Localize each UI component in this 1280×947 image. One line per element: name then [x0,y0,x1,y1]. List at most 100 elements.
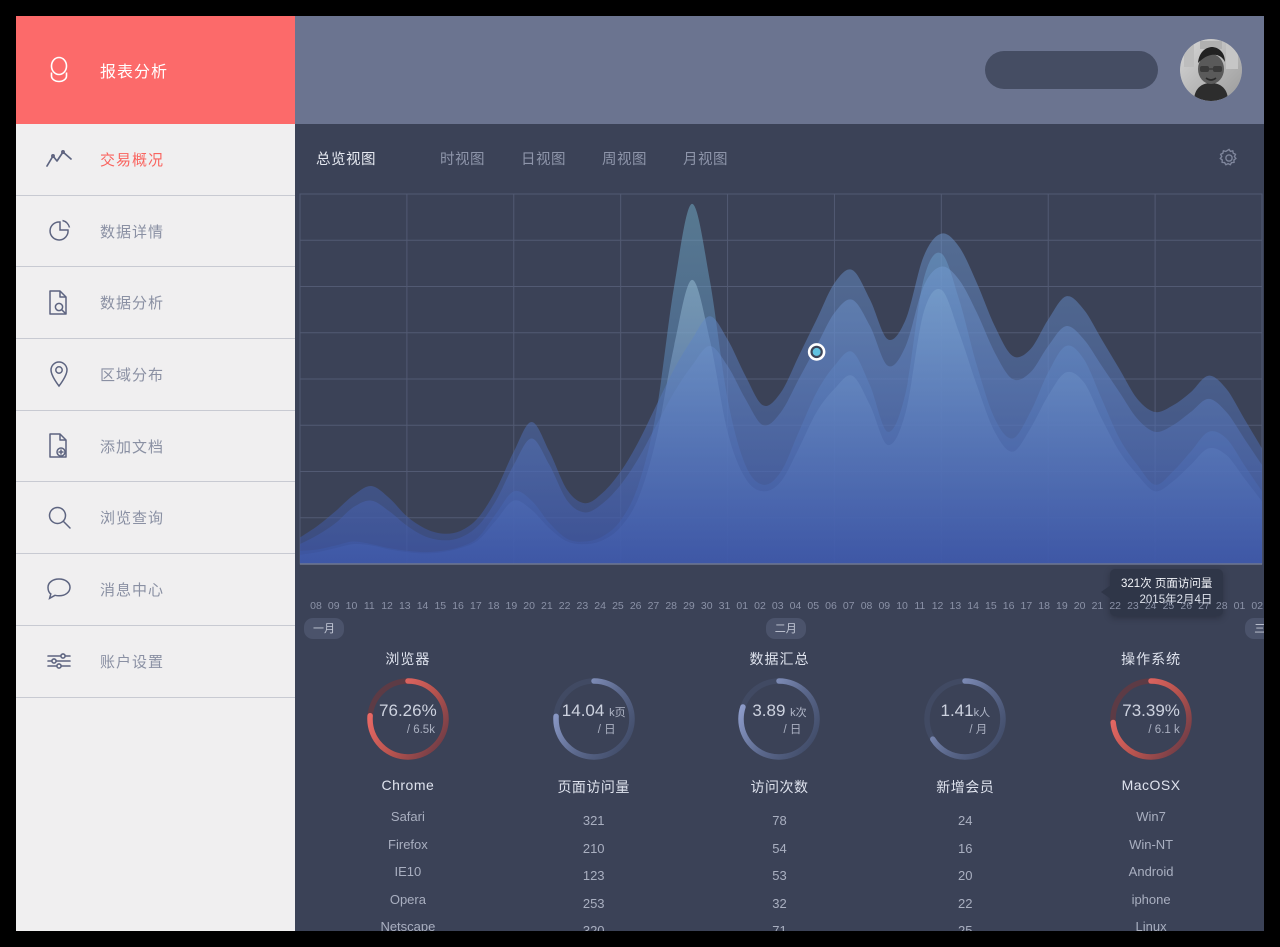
list-item: 53 [772,868,787,884]
sidebar-item-transactions[interactable]: 交易概况 [16,124,295,196]
gauge-subvalue: / 6.1 k [1148,724,1180,737]
sidebar-item-add-document[interactable]: 添加文档 [16,411,295,483]
x-axis-month-bands: 一月 二月 三月 [304,618,1264,639]
x-tick: 24 [594,600,606,612]
sidebar-item-label: 交易概况 [100,151,165,169]
x-tick: 31 [718,600,731,612]
x-tick: 11 [363,600,375,612]
chart-x-axis: 08 09 10 11 12 13 14 15 16 17 18 19 20 21 22 23 24 25 26 27… [295,597,1264,643]
main-content: 总览视图 时视图 日视图 周视图 月视图 321次 页面访问量 2015年2月4… [295,16,1264,931]
column-label: 访问次数 [750,779,809,795]
stats-column-os: 73.39% / 6.1 k MacOSX Win7 Win-NT Androi… [1058,643,1244,931]
x-tick: 16 [452,600,464,612]
list-item: Firefox [388,836,428,852]
x-tick: 12 [381,600,393,612]
x-tick: 04 [789,600,802,612]
sidebar-brand[interactable]: 报表分析 [16,16,295,124]
sidebar-item-data-detail[interactable]: 数据详情 [16,196,295,268]
sidebar-item-browse-query[interactable]: 浏览查询 [16,482,295,555]
x-tick: 19 [1056,600,1068,612]
gauge-new-members[interactable]: 1.41k人 / 月 [919,673,1011,765]
x-tick: 13 [398,600,411,612]
x-tick: 20 [523,600,535,612]
x-tick: 03 [771,600,784,612]
list-item: IE10 [394,864,422,880]
tab-week[interactable]: 周视图 [602,148,647,169]
list-item: 54 [772,840,787,856]
x-tick: 10 [896,600,908,612]
x-tick: 01 [1233,600,1246,612]
stats-list-browser: Safari Firefox IE10 Opera Netscape 其他 [315,803,501,931]
sidebar-item-message-center[interactable]: 消息中心 [16,554,295,626]
sidebar-brand-label: 报表分析 [100,64,169,81]
month-band: 三月 [1245,618,1264,639]
list-item: 210 [582,840,605,856]
tab-overview[interactable]: 总览视图 [316,148,376,169]
sidebar-item-label: 数据详情 [100,223,165,241]
group-title-browser: 浏览器 [385,651,431,667]
x-tick: 20 [1073,600,1086,612]
x-tick: 21 [541,600,553,612]
x-tick: 26 [1180,600,1193,612]
document-search-icon [44,288,74,318]
document-add-icon [44,431,74,461]
list-item: Safari [390,809,425,825]
search-box[interactable] [985,51,1199,89]
x-tick: 06 [825,600,837,612]
x-tick: 25 [612,600,624,612]
list-item: iphone [1131,891,1171,907]
gauge-value: 3.89 k次 [752,700,807,720]
list-item: Win7 [1136,809,1166,825]
x-tick: 16 [1002,600,1015,612]
area-chart[interactable]: 321次 页面访问量 2015年2月4日 [295,192,1264,616]
x-tick: 21 [1091,600,1104,612]
list-item: 321 [582,813,605,829]
x-tick: 17 [469,600,482,612]
x-tick: 11 [914,600,926,612]
sidebar-item-label: 区域分布 [100,366,165,384]
month-band: 一月 [304,618,344,639]
x-tick: 15 [434,600,447,612]
sidebar-item-label: 数据分析 [100,295,165,313]
x-tick: 09 [878,600,891,612]
tab-month[interactable]: 月视图 [683,148,728,169]
list-item: 32 [772,895,787,911]
x-tick: 01 [736,600,749,612]
list-item: Linux [1135,919,1167,931]
gauge-value: 73.39% [1122,700,1180,720]
stats-column-pageviews: 14.04 k页 / 日 页面访问量 321 210 123 253 320 4… [501,643,687,931]
gear-icon[interactable] [1218,147,1240,169]
tab-day[interactable]: 日视图 [521,148,566,169]
list-item: 22 [958,895,973,911]
avatar[interactable] [1180,39,1242,101]
x-tick: 30 [700,600,713,612]
tab-hour[interactable]: 时视图 [440,148,485,169]
search-input[interactable] [1003,62,1179,78]
stats-list-pageviews: 321 210 123 253 320 430 [501,807,687,931]
column-label: MacOSX [1121,777,1181,793]
sidebar-item-data-analysis[interactable]: 数据分析 [16,267,295,340]
list-item: 123 [582,868,605,884]
stats-section: 浏览器 数据汇总 操作系统 76.26% / 6.5k Chrome Safar… [295,643,1264,931]
x-tick: 29 [683,600,695,612]
x-tick: 08 [860,600,873,612]
gauge-visits[interactable]: 3.89 k次 / 日 [733,673,825,765]
top-bar [295,16,1264,124]
month-band: 二月 [765,618,806,639]
sidebar-item-region[interactable]: 区域分布 [16,339,295,411]
x-tick: 02 [754,600,766,612]
gauge-subvalue: / 6.5k [406,724,435,737]
stats-column-browser: 76.26% / 6.5k Chrome Safari Firefox IE10… [315,643,501,931]
x-tick: 18 [1038,600,1050,612]
column-label: 页面访问量 [557,779,630,795]
sidebar-item-label: 浏览查询 [100,510,165,528]
column-label: Chrome [381,777,435,793]
gauge-pageviews[interactable]: 14.04 k页 / 日 [548,673,640,765]
trend-line-icon [44,144,74,174]
gauge-os[interactable]: 73.39% / 6.1 k [1105,673,1197,765]
gauge-browser[interactable]: 76.26% / 6.5k [362,673,454,765]
x-tick: 10 [345,600,358,612]
x-tick: 28 [665,600,678,612]
sidebar-item-account-settings[interactable]: 账户设置 [16,626,295,698]
list-item: 78 [772,813,787,829]
